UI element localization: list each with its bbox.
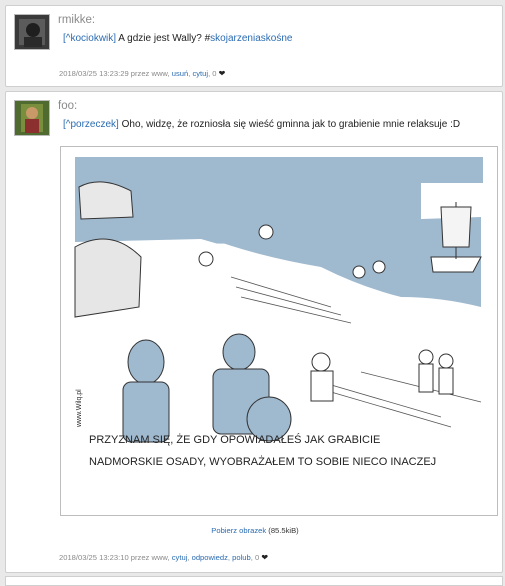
quote-link[interactable]: cytuj	[192, 69, 208, 78]
heart-icon[interactable]: ❤	[261, 553, 268, 562]
comic-signature: www.Wilq.pl	[76, 389, 83, 428]
like-count: 0	[212, 69, 217, 78]
post-username[interactable]: foo:	[58, 100, 77, 112]
reply-link[interactable]: odpowiedz	[192, 553, 228, 562]
comic-caption-line1: PRZYZNAM SIĘ, ŻE GDY OPOWIADAŁEŚ JAK GRA…	[89, 433, 380, 446]
comment-post: rmikke: [^kociokwik] A gdzie jest Wally?…	[5, 5, 503, 87]
comic-drawing: PRZYZNAM SIĘ, ŻE GDY OPOWIADAŁEŚ JAK GRA…	[74, 157, 483, 468]
post-meta: 2018/03/25 13:23:10 przez www, cytuj, od…	[59, 553, 269, 562]
timestamp-author: 2018/03/25 13:23:10 przez www,	[59, 553, 170, 562]
avatar[interactable]	[14, 14, 50, 50]
delete-link[interactable]: usuń	[172, 69, 188, 78]
post-content: Oho, widzę, że rozniosła się wieść gminn…	[118, 119, 461, 130]
hashtag-link[interactable]: skojarzeniaskośne	[210, 33, 292, 44]
comic-image[interactable]: PRZYZNAM SIĘ, ŻE GDY OPOWIADAŁEŚ JAK GRA…	[60, 146, 498, 516]
timestamp-author: 2018/03/25 13:23:29 przez www,	[59, 69, 170, 78]
post-meta: 2018/03/25 13:23:29 przez www, usuń, cyt…	[59, 69, 226, 78]
avatar-image	[15, 15, 49, 49]
heart-icon[interactable]: ❤	[219, 69, 226, 78]
download-row: Pobierz obrazek (85.5kiB)	[6, 526, 504, 535]
comment-post: foo: [^porzeczek] Oho, widzę, że roznios…	[5, 91, 503, 573]
post-text: [^porzeczek] Oho, widzę, że rozniosła si…	[63, 119, 460, 130]
download-size: (85.5kiB)	[268, 526, 299, 535]
post-content: A gdzie jest Wally? #	[116, 33, 211, 44]
avatar-image	[15, 101, 49, 135]
like-count: 0	[254, 553, 260, 562]
reply-ref-link[interactable]: [^porzeczek]	[63, 119, 119, 130]
comic-caption-line2: NADMORSKIE OSADY, WYOBRAŻAŁEM TO SOBIE N…	[89, 455, 436, 468]
post-username[interactable]: rmikke:	[58, 14, 95, 26]
avatar[interactable]	[14, 100, 50, 136]
download-image-link[interactable]: Pobierz obrazek	[211, 526, 266, 535]
quote-link[interactable]: cytuj	[172, 553, 188, 562]
like-link[interactable]: polub	[232, 553, 251, 562]
next-post-edge	[5, 576, 503, 586]
reply-ref-link[interactable]: [^kociokwik]	[63, 33, 116, 44]
post-text: [^kociokwik] A gdzie jest Wally? #skojar…	[63, 33, 292, 44]
